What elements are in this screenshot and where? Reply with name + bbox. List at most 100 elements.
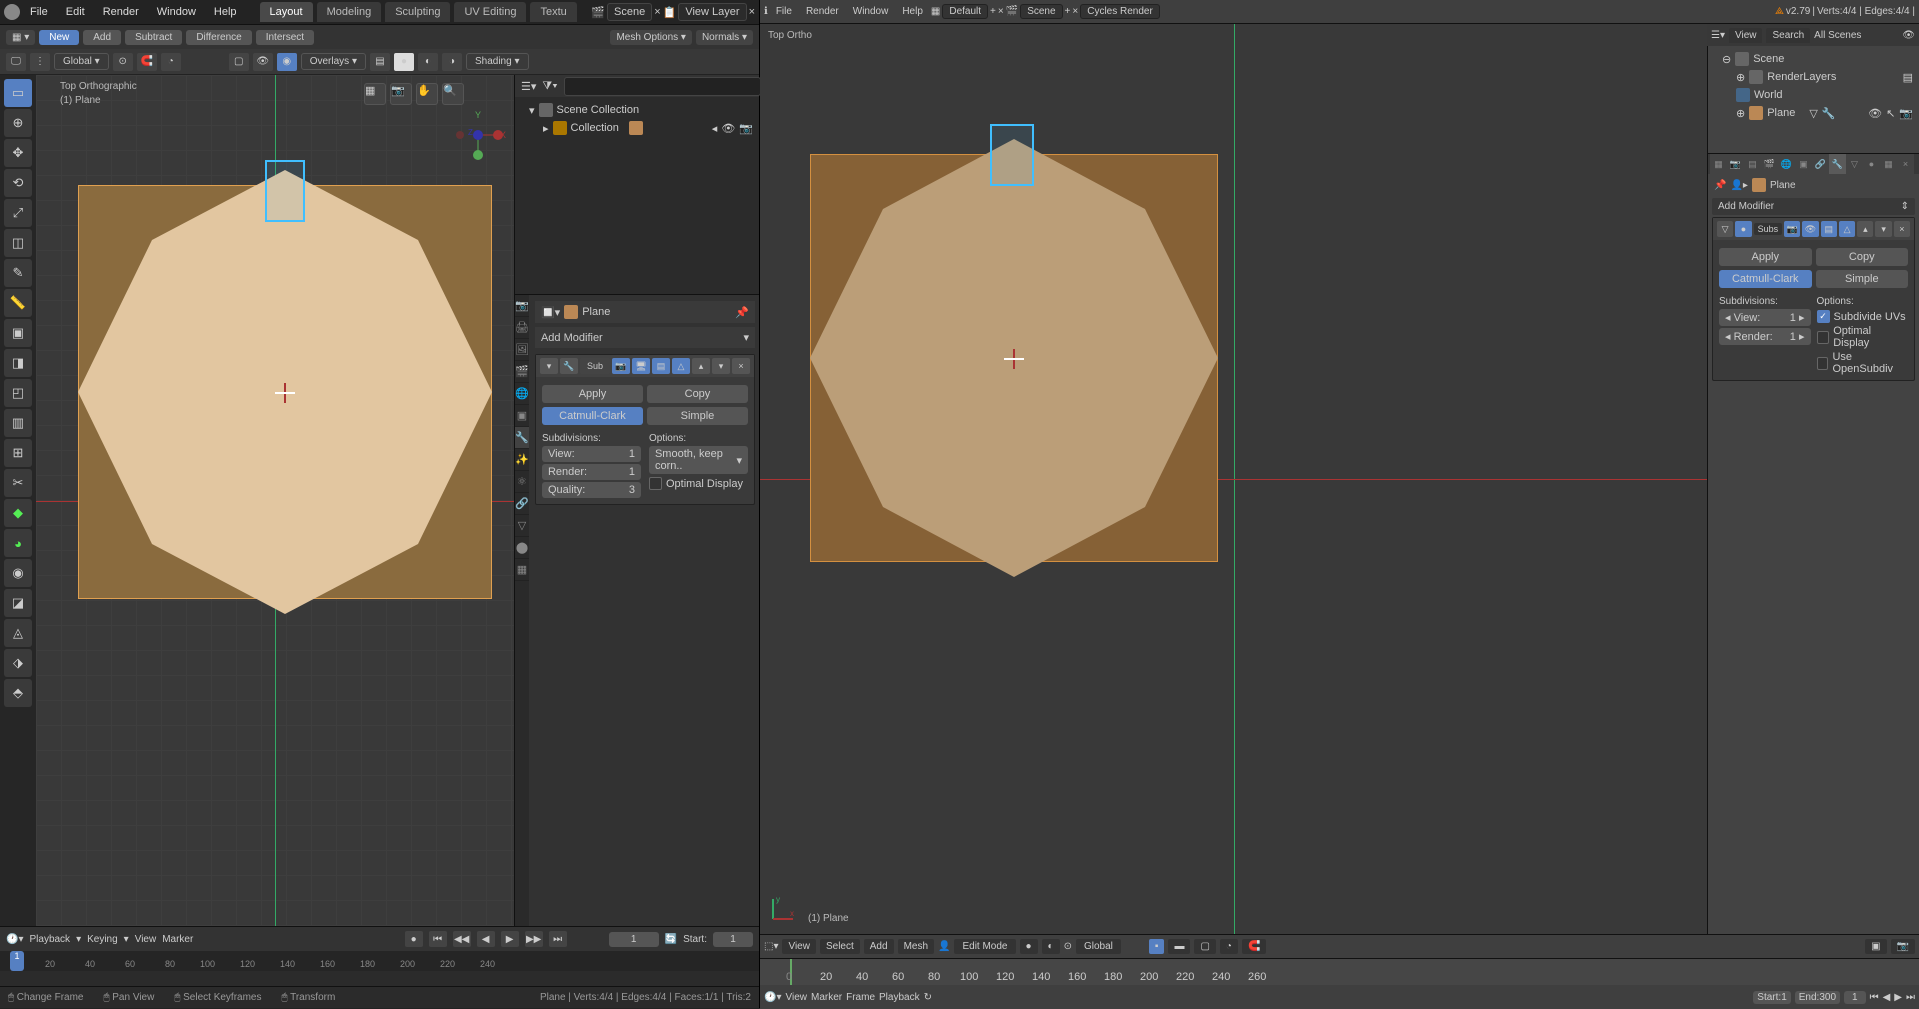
sync-icon[interactable]: 🔄 — [665, 934, 677, 945]
sel-face[interactable]: ▢ — [1194, 939, 1215, 954]
select-icon[interactable]: ↖ — [1886, 107, 1895, 120]
close-icon[interactable]: × — [1072, 6, 1078, 17]
editor-icon[interactable]: ▦ — [1710, 154, 1727, 174]
play-rev-icon[interactable]: ◀ — [1883, 992, 1891, 1003]
apply-button[interactable]: Apply — [542, 385, 643, 403]
world-tab[interactable]: 🌐 — [1778, 154, 1795, 174]
jump-last-icon[interactable]: ⏭ — [1906, 992, 1915, 1003]
add-cube-tool[interactable]: ▣ — [4, 319, 32, 347]
tree-collection[interactable]: ▸ Collection ◂ 👁 📷 — [515, 119, 759, 137]
add-modifier-dropdown[interactable]: Add Modifier⇕ — [1712, 198, 1915, 215]
object-tab[interactable]: ▣ — [1795, 154, 1812, 174]
transform-tool[interactable]: ◫ — [4, 229, 32, 257]
close-icon[interactable]: × — [998, 6, 1004, 17]
select-menu[interactable]: Select — [820, 939, 860, 954]
editor-icon[interactable]: 🕐▾ — [764, 992, 781, 1003]
layers-icon[interactable]: ▤ — [1903, 71, 1913, 84]
measure-tool[interactable]: 📏 — [4, 289, 32, 317]
camera-icon[interactable]: 📷 — [1899, 107, 1913, 120]
menu-edit[interactable]: Edit — [58, 4, 93, 20]
view-tab[interactable]: View — [1729, 28, 1763, 43]
editor-icon[interactable]: 🔲▾ — [541, 306, 560, 319]
render-tab[interactable]: 📷 — [515, 295, 529, 317]
material-tab[interactable]: ● — [1863, 154, 1880, 174]
eye-icon[interactable]: 👁 — [1868, 107, 1882, 120]
shade-solid-icon[interactable]: ● — [394, 53, 414, 71]
scene-tab[interactable]: 🎬 — [1761, 154, 1778, 174]
last-tool[interactable]: ⬘ — [4, 679, 32, 707]
sel-edge[interactable]: ▬ — [1168, 939, 1190, 954]
data-tab[interactable]: ▽ — [1846, 154, 1863, 174]
catmull-button[interactable]: Catmull-Clark — [1719, 270, 1812, 288]
proportional-icon[interactable]: ◔ — [1220, 939, 1238, 954]
menu-help[interactable]: Help — [206, 4, 245, 20]
xray-icon[interactable]: ▤ — [370, 53, 390, 71]
playhead[interactable]: 1 — [10, 951, 24, 971]
mesh-menu[interactable]: Mesh — [898, 939, 934, 954]
filter-icon[interactable]: 👁 — [1902, 30, 1915, 41]
menu-file[interactable]: File — [770, 4, 798, 19]
editor-icon[interactable]: 🕐▾ — [6, 934, 23, 945]
add-icon[interactable]: + — [1065, 6, 1071, 17]
move-down-icon[interactable]: ▾ — [712, 358, 730, 374]
cage-icon[interactable]: △ — [1839, 221, 1855, 237]
orientation-dropdown[interactable]: Global ▾ — [54, 53, 109, 70]
material-tab[interactable]: ⬤ — [515, 537, 529, 559]
difference-button[interactable]: Difference — [186, 30, 251, 45]
apply-button[interactable]: Apply — [1719, 248, 1812, 266]
timeline-ruler[interactable]: 0 2040 6080 100120 140160 180200 220240 … — [760, 959, 1919, 985]
scope-dropdown[interactable]: All Scenes — [1814, 30, 1898, 41]
quality-field[interactable]: Quality:3 — [542, 482, 641, 498]
start-frame[interactable]: Start: 1 — [1753, 991, 1790, 1004]
simple-button[interactable]: Simple — [647, 407, 748, 425]
render-button[interactable]: 📷 — [1891, 939, 1915, 954]
mode-select-vertex[interactable]: ⋮ — [30, 53, 50, 71]
mode-dropdown[interactable]: Edit Mode — [954, 939, 1015, 954]
move-tool[interactable]: ✥ — [4, 139, 32, 167]
menu-render[interactable]: Render — [95, 4, 147, 20]
menu-help[interactable]: Help — [896, 4, 929, 19]
shade-icon[interactable]: ◐ — [418, 53, 438, 71]
eye-icon[interactable]: 👁 — [253, 53, 273, 71]
workspace-tab-uvediting[interactable]: UV Editing — [454, 2, 526, 22]
tree-renderlayers[interactable]: ⊕RenderLayers▤ — [1708, 68, 1919, 86]
snap-icon[interactable]: 🧲 — [137, 53, 157, 71]
expand-icon[interactable]: ▽ — [1717, 221, 1733, 237]
loop-tool[interactable]: ⊞ — [4, 439, 32, 467]
render-vis-icon[interactable]: 📷 — [1784, 221, 1800, 237]
layout-field[interactable]: Default — [942, 4, 988, 19]
box-icon[interactable]: ▢ — [229, 53, 249, 71]
menu-window[interactable]: Window — [847, 4, 895, 19]
overlay-toggle[interactable]: ◉ — [277, 53, 297, 71]
next-key-icon[interactable]: ▶▶ — [525, 931, 543, 947]
viewport-3d-left[interactable]: Top Orthographic (1) Plane ▦ 📷 ✋ 🔍 Y X Z — [36, 75, 514, 926]
close-icon[interactable]: × — [1897, 154, 1914, 174]
marker-menu[interactable]: Marker — [162, 934, 193, 945]
constraints-tab[interactable]: 🔗 — [1812, 154, 1829, 174]
search-input[interactable] — [564, 77, 761, 96]
close-icon[interactable]: × — [732, 358, 750, 374]
modifier-name[interactable]: Subs — [1754, 223, 1783, 235]
rotate-tool[interactable]: ⟲ — [4, 169, 32, 197]
editor-type-icon[interactable]: 🖵 — [6, 53, 26, 71]
end-frame[interactable]: End: 300 — [1795, 991, 1840, 1004]
timeline-ruler[interactable]: 1 2040 6080 100120 140160 180200 220240 — [0, 951, 759, 971]
texture-tab[interactable]: ▦ — [515, 559, 529, 581]
close-icon[interactable]: × — [749, 6, 755, 18]
catmull-button[interactable]: Catmull-Clark — [542, 407, 643, 425]
output-tab[interactable]: 🖨 — [515, 317, 529, 339]
object-tab[interactable]: ▣ — [515, 405, 529, 427]
opensubdiv-checkbox[interactable] — [1817, 357, 1829, 370]
bevel-tool[interactable]: ▥ — [4, 409, 32, 437]
pin-icon[interactable]: 📌 — [735, 306, 749, 319]
modifier-name[interactable]: Sub — [580, 358, 610, 374]
menu-file[interactable]: File — [22, 4, 56, 20]
add-button[interactable]: Add — [83, 30, 121, 45]
intersect-button[interactable]: Intersect — [256, 30, 314, 45]
poly-tool[interactable]: ◆ — [4, 499, 32, 527]
optimal-checkbox[interactable] — [649, 477, 662, 490]
cursor-tool[interactable]: ⊕ — [4, 109, 32, 137]
physics-tab[interactable]: ⚛ — [515, 471, 529, 493]
optimal-checkbox[interactable] — [1817, 331, 1830, 344]
prev-key-icon[interactable]: ◀◀ — [453, 931, 471, 947]
